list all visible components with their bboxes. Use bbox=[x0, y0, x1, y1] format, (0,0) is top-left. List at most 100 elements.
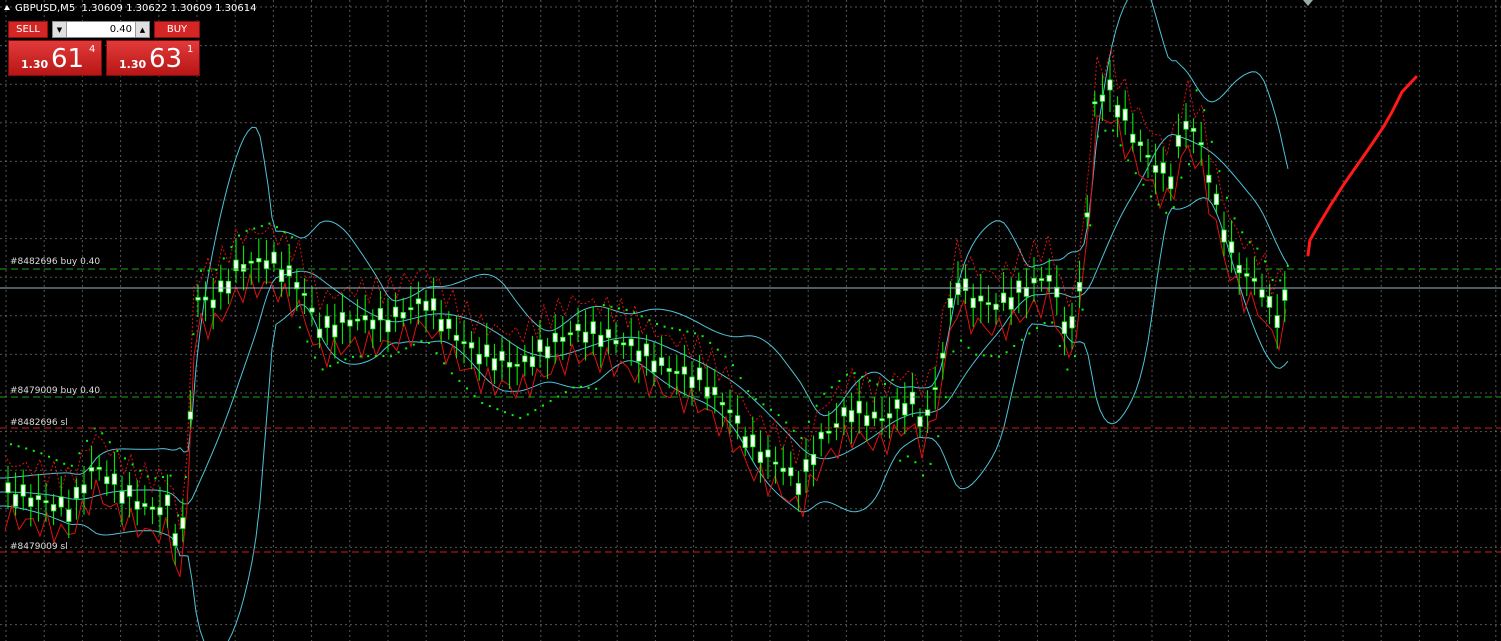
parabolic-sar-dot bbox=[1066, 368, 1069, 371]
parabolic-sar-dot bbox=[101, 432, 104, 435]
candle-body bbox=[826, 430, 832, 434]
parabolic-sar-dot bbox=[1074, 355, 1076, 358]
parabolic-sar-dot bbox=[754, 398, 757, 401]
triangle-up-icon[interactable] bbox=[4, 5, 10, 10]
parabolic-sar-dot bbox=[891, 378, 894, 381]
order-label-stop-1[interactable]: #8482696 sl bbox=[10, 418, 68, 428]
candle-body bbox=[1122, 108, 1128, 121]
candle-body bbox=[256, 258, 262, 263]
candle-body bbox=[917, 416, 923, 427]
candle-body bbox=[704, 386, 710, 399]
candle-body bbox=[727, 409, 733, 414]
bollinger-middle-band bbox=[0, 133, 1289, 505]
parabolic-sar-dot bbox=[785, 421, 788, 424]
parabolic-sar-dot bbox=[412, 343, 415, 346]
order-label-stop-2[interactable]: #8479009 sl bbox=[10, 542, 68, 552]
candle-body bbox=[993, 303, 999, 310]
parabolic-sar-dot bbox=[116, 450, 119, 453]
parabolic-sar-dot bbox=[1112, 129, 1114, 132]
candle-body bbox=[286, 265, 292, 277]
parabolic-sar-dot bbox=[625, 308, 628, 311]
candle-body bbox=[58, 496, 64, 508]
ask-price-pipette: 1 bbox=[187, 44, 194, 55]
volume-input[interactable] bbox=[67, 22, 135, 37]
candle-body bbox=[1061, 321, 1067, 335]
spin-up-icon[interactable]: ▲ bbox=[135, 22, 149, 37]
candle-body bbox=[263, 260, 270, 270]
candle-body bbox=[1221, 229, 1227, 243]
parabolic-sar-dot bbox=[572, 386, 575, 389]
parabolic-sar-dot bbox=[420, 340, 423, 343]
parabolic-sar-dot bbox=[450, 372, 453, 375]
candle-body bbox=[1031, 277, 1037, 284]
parabolic-sar-dot bbox=[610, 305, 613, 308]
candle-body bbox=[476, 353, 482, 365]
bid-price-button[interactable]: 1.30 61 4 bbox=[8, 40, 102, 76]
parabolic-sar-dot bbox=[1127, 159, 1130, 162]
spin-down-icon[interactable]: ▼ bbox=[53, 22, 67, 37]
candle-body bbox=[1206, 174, 1212, 183]
parabolic-sar-dot bbox=[504, 411, 506, 414]
parabolic-sar-dot bbox=[975, 353, 978, 356]
volume-stepper[interactable]: ▼ ▲ bbox=[52, 21, 150, 38]
candle-body bbox=[811, 453, 817, 466]
parabolic-sar-dot bbox=[770, 408, 772, 411]
parabolic-sar-dot bbox=[1058, 345, 1061, 348]
parabolic-sar-dot bbox=[10, 443, 12, 446]
order-label-entry-2[interactable]: #8479009 buy 0.40 bbox=[10, 386, 100, 396]
parabolic-sar-dot bbox=[595, 387, 598, 390]
parabolic-sar-dot bbox=[70, 464, 73, 467]
bid-price-main: 61 bbox=[51, 44, 85, 74]
candle-body bbox=[1054, 286, 1060, 298]
candle-body bbox=[932, 387, 938, 391]
chart-area[interactable]: GBPUSD,M5 1.30609 1.30622 1.30609 1.3061… bbox=[0, 0, 1501, 641]
parabolic-sar-dot bbox=[314, 356, 316, 359]
candle-body bbox=[104, 476, 110, 485]
chart-canvas[interactable] bbox=[0, 0, 1501, 641]
candle-body bbox=[1016, 280, 1022, 293]
parabolic-sar-dot bbox=[960, 339, 962, 342]
candle-body bbox=[909, 391, 916, 405]
parabolic-sar-dot bbox=[633, 311, 636, 314]
order-label-entry-1[interactable]: #8482696 buy 0.40 bbox=[10, 257, 100, 267]
parabolic-sar-dot bbox=[1089, 224, 1092, 227]
candle-body bbox=[164, 494, 171, 506]
parabolic-sar-dot bbox=[329, 364, 332, 367]
parabolic-sar-dot bbox=[162, 476, 164, 479]
bollinger-lower-band bbox=[0, 197, 1289, 641]
parabolic-sar-dot bbox=[678, 328, 681, 331]
ask-price-button[interactable]: 1.30 63 1 bbox=[106, 40, 200, 76]
candle-body bbox=[430, 298, 437, 311]
candle-body bbox=[689, 376, 695, 389]
candle-body bbox=[43, 500, 49, 504]
candle-body bbox=[1130, 133, 1136, 143]
candle-body bbox=[1175, 134, 1181, 147]
parabolic-sar-dot bbox=[1195, 89, 1198, 92]
candle-body bbox=[1267, 296, 1273, 308]
candle-body bbox=[522, 355, 528, 363]
chart-shift-icon[interactable] bbox=[1303, 0, 1313, 6]
parabolic-sar-dot bbox=[952, 350, 955, 353]
candle-body bbox=[985, 302, 992, 305]
candle-body bbox=[621, 342, 627, 346]
parabolic-sar-dot bbox=[131, 463, 134, 466]
candle-body bbox=[1259, 289, 1265, 298]
candle-body bbox=[271, 251, 277, 264]
candle-body bbox=[628, 338, 634, 347]
candle-body bbox=[202, 296, 209, 301]
parabolic-sar-dot bbox=[1188, 163, 1190, 166]
parabolic-sar-dot bbox=[428, 342, 430, 345]
candle-body bbox=[681, 366, 688, 375]
candle-body bbox=[278, 269, 285, 283]
parabolic-sar-dot bbox=[914, 461, 917, 464]
parabolic-sar-dot bbox=[1081, 308, 1084, 311]
parabolic-sar-dot bbox=[686, 330, 689, 333]
sell-button[interactable]: SELL bbox=[8, 21, 48, 38]
candle-body bbox=[666, 368, 672, 372]
candle-body bbox=[978, 295, 984, 302]
buy-button[interactable]: BUY bbox=[154, 21, 200, 38]
candle-body bbox=[468, 342, 475, 349]
candle-body bbox=[529, 356, 536, 368]
candle-body bbox=[757, 451, 764, 463]
candle-body bbox=[1099, 94, 1105, 102]
